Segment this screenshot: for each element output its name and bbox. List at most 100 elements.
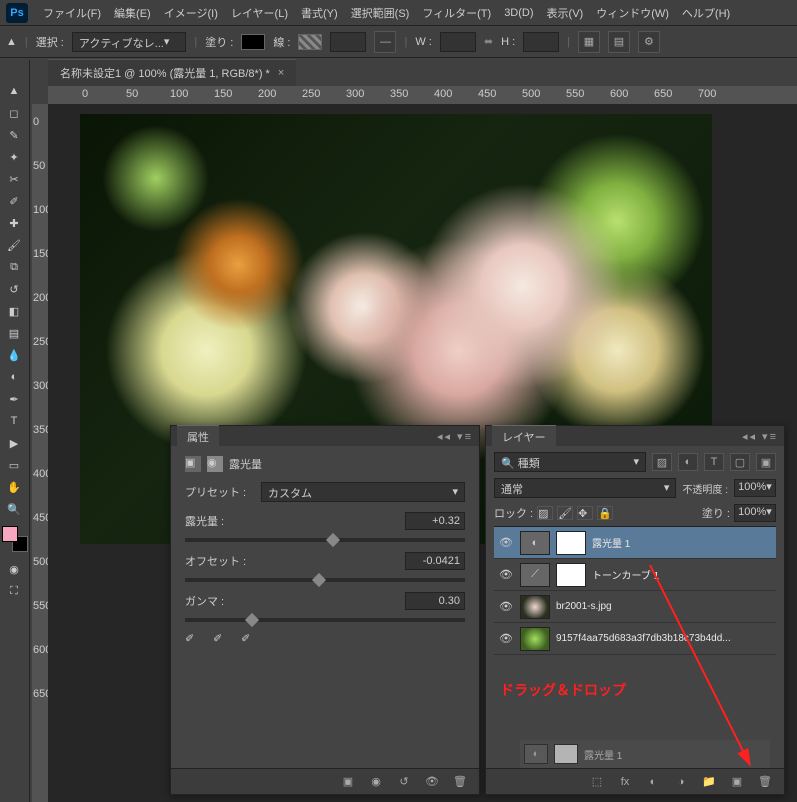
history-brush-tool[interactable]: ↺ [0,278,28,300]
hand-tool[interactable]: ✋ [0,476,28,498]
eraser-tool[interactable]: ◧ [0,300,28,322]
layer-name[interactable]: 9157f4aa75d683a3f7db3b18c73b4dd... [556,633,772,644]
width-input[interactable] [440,32,476,52]
align-icon[interactable]: ▦ [578,31,600,53]
magic-wand-tool[interactable]: ✦ [0,146,28,168]
stroke-style-1[interactable]: — [374,31,396,53]
healing-tool[interactable]: ✚ [0,212,28,234]
quickmask-tool[interactable]: ◉ [0,558,28,580]
lock-pixels-icon[interactable]: 🖌 [557,506,573,520]
visibility-toggle[interactable]: 👁 [498,600,514,613]
menu-select[interactable]: 選択範囲(S) [345,1,416,25]
arrange-icon[interactable]: ▤ [608,31,630,53]
properties-tab[interactable]: 属性 [177,425,219,448]
filter-smart-icon[interactable]: ▣ [756,453,776,471]
move-tool-icon[interactable]: ▲ [6,36,17,48]
blend-mode-select[interactable]: 通常▾ [494,478,676,498]
close-tab-icon[interactable]: × [278,67,284,79]
eyedropper-white-icon[interactable]: ✐ [241,632,259,650]
marquee-tool[interactable]: ◻ [0,102,28,124]
document-tab[interactable]: 名称未設定1 @ 100% (露光量 1, RGB/8*) * × [48,59,296,86]
stroke-swatch[interactable] [298,34,322,50]
menu-file[interactable]: ファイル(F) [37,1,107,25]
lock-position-icon[interactable]: ✥ [577,506,593,520]
new-layer-icon[interactable]: ▣ [728,773,746,791]
layer-thumbnail[interactable] [520,627,550,651]
layer-filter-select[interactable]: 🔍 種類 ▾ [494,452,646,472]
view-previous-icon[interactable]: ◉ [367,773,385,791]
exposure-value[interactable]: +0.32 [405,512,465,530]
group-icon[interactable]: 📁 [700,773,718,791]
filter-shape-icon[interactable]: ▢ [730,453,750,471]
eyedropper-gray-icon[interactable]: ✐ [213,632,231,650]
menu-view[interactable]: 表示(V) [541,1,590,25]
dodge-tool[interactable]: ◐ [0,366,28,388]
filter-adjust-icon[interactable]: ◐ [678,453,698,471]
brush-tool[interactable]: 🖌 [0,234,28,256]
layer-item[interactable]: 👁 br2001-s.jpg [494,591,776,623]
layer-thumbnail[interactable] [520,595,550,619]
menu-3d[interactable]: 3D(D) [498,3,539,23]
pen-tool[interactable]: ✒ [0,388,28,410]
trash-icon[interactable]: 🗑 [756,773,774,791]
gamma-value[interactable]: 0.30 [405,592,465,610]
menu-filter[interactable]: フィルター(T) [416,1,497,25]
lock-transparent-icon[interactable]: ▨ [537,506,553,520]
menu-type[interactable]: 書式(Y) [295,1,344,25]
menu-image[interactable]: イメージ(I) [158,1,224,25]
eyedropper-black-icon[interactable]: ✐ [185,632,203,650]
properties-header[interactable]: 属性 ◂◂ ▾≡ [171,426,479,446]
panel-menu-icon[interactable]: ◂◂ ▾≡ [742,430,778,443]
layer-mask[interactable] [556,531,586,555]
visibility-toggle[interactable]: 👁 [498,536,514,549]
visibility-icon[interactable]: 👁 [423,773,441,791]
color-chips[interactable] [2,526,28,552]
reset-icon[interactable]: ↺ [395,773,413,791]
path-select-tool[interactable]: ▶ [0,432,28,454]
menu-edit[interactable]: 編集(E) [108,1,157,25]
layer-item[interactable]: 👁 ⟋ トーンカーブ 1 [494,559,776,591]
filter-image-icon[interactable]: ▨ [652,453,672,471]
layer-item[interactable]: 👁 9157f4aa75d683a3f7db3b18c73b4dd... [494,623,776,655]
menu-window[interactable]: ウィンドウ(W) [590,1,675,25]
exposure-slider[interactable] [185,538,465,542]
layers-tab[interactable]: レイヤー [492,425,556,448]
crop-tool[interactable]: ✂ [0,168,28,190]
height-input[interactable] [523,32,559,52]
link-wh-icon[interactable]: ⬌ [484,35,493,48]
type-tool[interactable]: T [0,410,28,432]
fx-icon[interactable]: fx [616,773,634,791]
zoom-tool[interactable]: 🔍 [0,498,28,520]
shape-tool[interactable]: ▭ [0,454,28,476]
gradient-tool[interactable]: ▤ [0,322,28,344]
layers-header[interactable]: レイヤー ◂◂ ▾≡ [486,426,784,446]
eyedropper-tool[interactable]: ✐ [0,190,28,212]
mask-icon[interactable]: ◐ [644,773,662,791]
fill-opacity-value[interactable]: 100%▾ [734,504,776,522]
fill-swatch[interactable] [241,34,265,50]
foreground-color[interactable] [2,526,18,542]
layer-item[interactable]: 👁 ◐ 露光量 1 [494,527,776,559]
opacity-value[interactable]: 100%▾ [734,479,776,497]
select-dropdown[interactable]: アクティブなレ... ▾ [72,32,187,52]
stroke-width-input[interactable] [330,32,366,52]
preset-select[interactable]: カスタム▾ [261,482,465,502]
lock-all-icon[interactable]: 🔒 [597,506,613,520]
panel-menu-icon[interactable]: ◂◂ ▾≡ [437,430,473,443]
layer-thumbnail[interactable]: ⟋ [520,563,550,587]
layer-name[interactable]: 露光量 1 [592,535,772,550]
lasso-tool[interactable]: ✎ [0,124,28,146]
offset-slider[interactable] [185,578,465,582]
gamma-slider[interactable] [185,618,465,622]
screenmode-tool[interactable]: ⛶ [0,580,28,602]
clip-icon[interactable]: ▣ [339,773,357,791]
layer-name[interactable]: br2001-s.jpg [556,601,772,612]
blur-tool[interactable]: 💧 [0,344,28,366]
offset-value[interactable]: -0.0421 [405,552,465,570]
link-layers-icon[interactable]: ⬚ [588,773,606,791]
filter-type-icon[interactable]: T [704,453,724,471]
stamp-tool[interactable]: ⧉ [0,256,28,278]
menu-layer[interactable]: レイヤー(L) [225,1,294,25]
layer-thumbnail[interactable]: ◐ [520,531,550,555]
visibility-toggle[interactable]: 👁 [498,568,514,581]
